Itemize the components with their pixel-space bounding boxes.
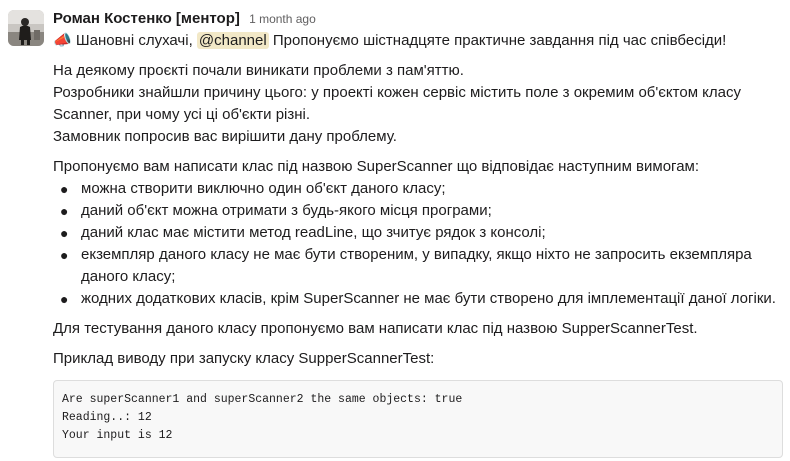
list-item: ● можна створити виключно один об'єкт дан… — [53, 178, 783, 200]
testing-paragraph: Для тестування даного класу пропонуємо в… — [53, 320, 698, 337]
message-content: Роман Костенко [ментор] 1 month ago 📣 Ша… — [53, 8, 783, 458]
bullet-icon: ● — [60, 203, 69, 219]
requirement-text: жодних додаткових класів, крім SuperScan… — [81, 290, 776, 307]
list-item: ● жодних додаткових класів, крім SuperSca… — [53, 288, 783, 310]
code-line: Your input is 12 — [62, 429, 173, 442]
problem-line: Замовник попросив вас вирішити дану проб… — [53, 128, 397, 145]
list-item: ● екземпляр даного класу не має бути ство… — [53, 244, 783, 288]
requirements-section: Пропонуємо вам написати клас під назвою … — [53, 156, 783, 310]
user-avatar-photo-icon — [8, 10, 44, 46]
megaphone-emoji-icon: 📣 — [53, 32, 72, 49]
message-timestamp[interactable]: 1 month ago — [249, 12, 316, 26]
code-line: Reading..: 12 — [62, 411, 152, 424]
bullet-icon: ● — [60, 247, 69, 263]
avatar[interactable] — [8, 10, 44, 46]
intro-line: 📣 Шановні слухачі, @channel Пропонуємо ш… — [53, 30, 783, 52]
problem-paragraph: На деякому проєкті почали виникати пробл… — [53, 60, 783, 148]
requirement-text: екземпляр даного класу не має бути створ… — [81, 246, 752, 285]
bullet-icon: ● — [60, 291, 69, 307]
message-header: Роман Костенко [ментор] 1 month ago — [53, 8, 783, 30]
requirement-text: можна створити виключно один об'єкт дано… — [81, 180, 446, 197]
channel-mention-label: @channel — [198, 32, 267, 49]
code-line: Are superScanner1 and superScanner2 the … — [62, 393, 463, 406]
greeting-text: Шановні слухачі, — [75, 32, 193, 49]
problem-line: Scanner, при чому усі ці об'єкти різні. — [53, 106, 311, 123]
bullet-icon: ● — [60, 225, 69, 241]
example-paragraph: Приклад виводу при запуску класу SupperS… — [53, 350, 435, 367]
requirement-text: даний об'єкт можна отримати з будь-якого… — [81, 202, 492, 219]
requirements-list: ● можна створити виключно один об'єкт дан… — [53, 178, 783, 310]
problem-line: Розробники знайшли причину цього: у прое… — [53, 84, 742, 101]
code-block[interactable]: Are superScanner1 and superScanner2 the … — [53, 380, 783, 458]
chat-message: Роман Костенко [ментор] 1 month ago 📣 Ша… — [0, 0, 790, 461]
intro-announcement-text: Пропонуємо шістнадцяте практичне завданн… — [272, 32, 727, 49]
requirements-intro: Пропонуємо вам написати клас під назвою … — [53, 158, 700, 175]
list-item: ● даний об'єкт можна отримати з будь-яког… — [53, 200, 783, 222]
author-name[interactable]: Роман Костенко [ментор] — [53, 10, 240, 27]
list-item: ● даний клас має містити метод readLine, … — [53, 222, 783, 244]
channel-mention[interactable]: @channel — [196, 32, 269, 49]
requirement-text: даний клас має містити метод readLine, щ… — [81, 224, 546, 241]
problem-line: На деякому проєкті почали виникати пробл… — [53, 62, 464, 79]
bullet-icon: ● — [60, 181, 69, 197]
